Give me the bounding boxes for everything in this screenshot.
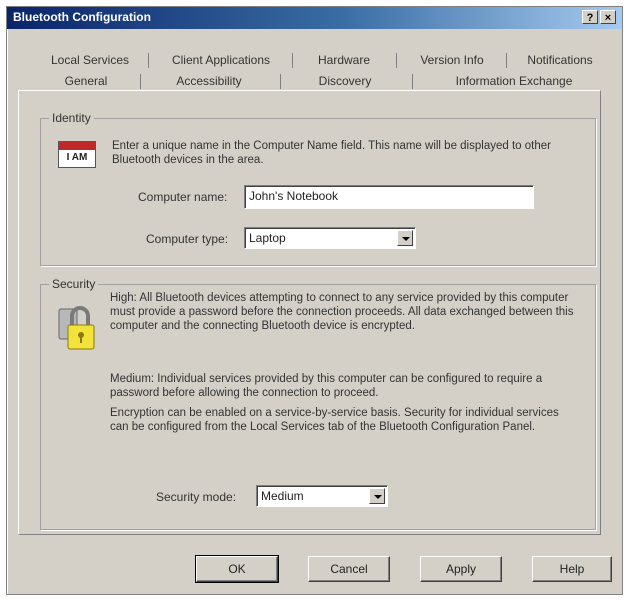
tab-information-exchange[interactable]: Information Exchange xyxy=(424,71,604,91)
tab-client-applications[interactable]: Client Applications xyxy=(160,50,282,70)
chevron-down-icon[interactable] xyxy=(397,230,413,246)
apply-button[interactable]: Apply xyxy=(420,556,502,582)
title-bar[interactable]: Bluetooth Configuration ? × xyxy=(7,7,622,29)
tab-separator xyxy=(140,74,141,89)
chevron-down-icon[interactable] xyxy=(369,488,385,504)
tab-separator xyxy=(506,53,507,68)
tab-accessibility[interactable]: Accessibility xyxy=(150,71,268,91)
computer-type-select[interactable]: Laptop xyxy=(244,227,416,249)
padlock-icon xyxy=(58,303,98,353)
tab-separator xyxy=(292,53,293,68)
computer-type-label: Computer type: xyxy=(146,232,229,246)
tab-hardware[interactable]: Hardware xyxy=(304,50,384,70)
security-mode-select[interactable]: Medium xyxy=(256,485,388,507)
name-tag-text: I AM xyxy=(66,152,88,163)
computer-name-label: Computer name: xyxy=(138,190,228,204)
tab-local-services[interactable]: Local Services xyxy=(40,50,140,70)
tab-general[interactable]: General xyxy=(36,71,136,91)
security-mode-value: Medium xyxy=(261,489,304,503)
name-tag-icon: I AM xyxy=(58,141,96,168)
help-button[interactable]: Help xyxy=(532,556,612,582)
tab-separator xyxy=(280,74,281,89)
tab-notifications[interactable]: Notifications xyxy=(514,50,606,70)
cancel-button[interactable]: Cancel xyxy=(308,556,390,582)
identity-description: Enter a unique name in the Computer Name… xyxy=(112,140,551,166)
help-icon[interactable]: ? xyxy=(582,10,598,24)
tab-version-info[interactable]: Version Info xyxy=(406,50,498,70)
security-legend: Security xyxy=(49,277,99,291)
tab-separator xyxy=(148,53,149,68)
computer-name-input[interactable]: John's Notebook xyxy=(244,185,534,209)
security-encryption-description: Encryption can be enabled on a service-b… xyxy=(110,407,559,433)
ok-button[interactable]: OK xyxy=(195,555,279,583)
tab-separator xyxy=(412,74,413,89)
window-title: Bluetooth Configuration xyxy=(13,10,151,24)
close-icon[interactable]: × xyxy=(600,10,616,24)
computer-type-value: Laptop xyxy=(249,231,286,245)
tab-discovery[interactable]: Discovery xyxy=(290,71,400,91)
tab-separator xyxy=(396,53,397,68)
identity-legend: Identity xyxy=(49,111,94,125)
security-medium-description: Medium: Individual services provided by … xyxy=(110,373,543,399)
security-mode-label: Security mode: xyxy=(156,490,237,504)
security-high-description: High: All Bluetooth devices attempting t… xyxy=(110,292,574,332)
